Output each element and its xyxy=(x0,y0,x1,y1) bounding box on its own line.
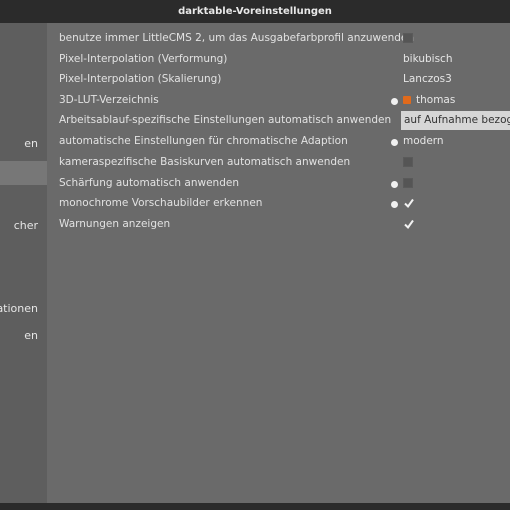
setting-label: Schärfung automatisch anwenden xyxy=(59,177,239,189)
setting-row-littlecms: benutze immer LittleCMS 2, um das Ausgab… xyxy=(47,29,510,49)
setting-row-lut-dir: 3D-LUT-Verzeichnis thomas xyxy=(47,91,510,111)
sidebar-item-label: ationen xyxy=(0,302,38,315)
setting-row-sharpen: Schärfung automatisch anwenden xyxy=(47,174,510,194)
setting-row-interp-scale: Pixel-Interpolation (Skalierung) Lanczos… xyxy=(47,70,510,90)
modified-indicator-dot[interactable] xyxy=(391,98,398,105)
interp-scale-select[interactable]: Lanczos3 xyxy=(403,73,452,85)
setting-row-interp-warp: Pixel-Interpolation (Verformung) bikubis… xyxy=(47,50,510,70)
setting-label: Pixel-Interpolation (Verformung) xyxy=(59,53,228,65)
monochrome-checkbox[interactable] xyxy=(403,196,415,210)
modified-indicator-dot[interactable] xyxy=(391,201,398,208)
chromatic-adaption-select[interactable]: modern xyxy=(403,135,444,147)
setting-label: automatische Einstellungen für chromatis… xyxy=(59,135,348,147)
setting-label: Pixel-Interpolation (Skalierung) xyxy=(59,73,222,85)
sharpen-checkbox[interactable] xyxy=(403,178,413,188)
modified-indicator-dot[interactable] xyxy=(391,181,398,188)
workflow-select[interactable]: auf Aufnahme bezogen xyxy=(401,111,510,130)
sidebar-item-1[interactable]: en xyxy=(0,133,47,154)
setting-label: benutze immer LittleCMS 2, um das Ausgab… xyxy=(59,32,415,44)
setting-row-basecurves: kameraspezifische Basiskurven automatisc… xyxy=(47,153,510,173)
setting-label: monochrome Vorschaubilder erkennen xyxy=(59,197,263,209)
sidebar-item-label: en xyxy=(24,329,38,342)
interp-warp-select[interactable]: bikubisch xyxy=(403,53,452,65)
warnings-checkbox[interactable] xyxy=(403,217,415,231)
settings-panel: benutze immer LittleCMS 2, um das Ausgab… xyxy=(47,23,510,503)
window-bottom-edge xyxy=(0,503,510,510)
setting-row-warnings: Warnungen anzeigen xyxy=(47,215,510,235)
setting-label: 3D-LUT-Verzeichnis xyxy=(59,94,159,106)
basecurves-checkbox[interactable] xyxy=(403,157,413,167)
sidebar-item-3[interactable]: ationen xyxy=(0,298,47,319)
setting-label: Arbeitsablauf-spezifische Einstellungen … xyxy=(59,114,392,126)
window-titlebar: darktable-Voreinstellungen xyxy=(0,0,510,23)
sidebar-item-label: en xyxy=(24,137,38,150)
sidebar-item-label: cher xyxy=(13,219,38,232)
sidebar-item-4[interactable]: en xyxy=(0,325,47,346)
window-title: darktable-Voreinstellungen xyxy=(178,6,332,17)
setting-label: kameraspezifische Basiskurven automatisc… xyxy=(59,156,351,168)
littlecms-checkbox[interactable] xyxy=(403,33,413,43)
modified-indicator-dot[interactable] xyxy=(391,139,398,146)
setting-row-monochrome: monochrome Vorschaubilder erkennen xyxy=(47,194,510,214)
sidebar-item-2[interactable]: cher xyxy=(0,215,47,236)
lut-directory-chooser[interactable]: thomas xyxy=(416,94,455,106)
setting-row-chromatic: automatische Einstellungen für chromatis… xyxy=(47,132,510,152)
folder-icon xyxy=(403,96,411,104)
setting-row-workflow: Arbeitsablauf-spezifische Einstellungen … xyxy=(47,111,510,131)
sidebar-item-selected[interactable] xyxy=(0,161,47,185)
sidebar: en cher ationen en xyxy=(0,23,47,503)
setting-label: Warnungen anzeigen xyxy=(59,218,171,230)
